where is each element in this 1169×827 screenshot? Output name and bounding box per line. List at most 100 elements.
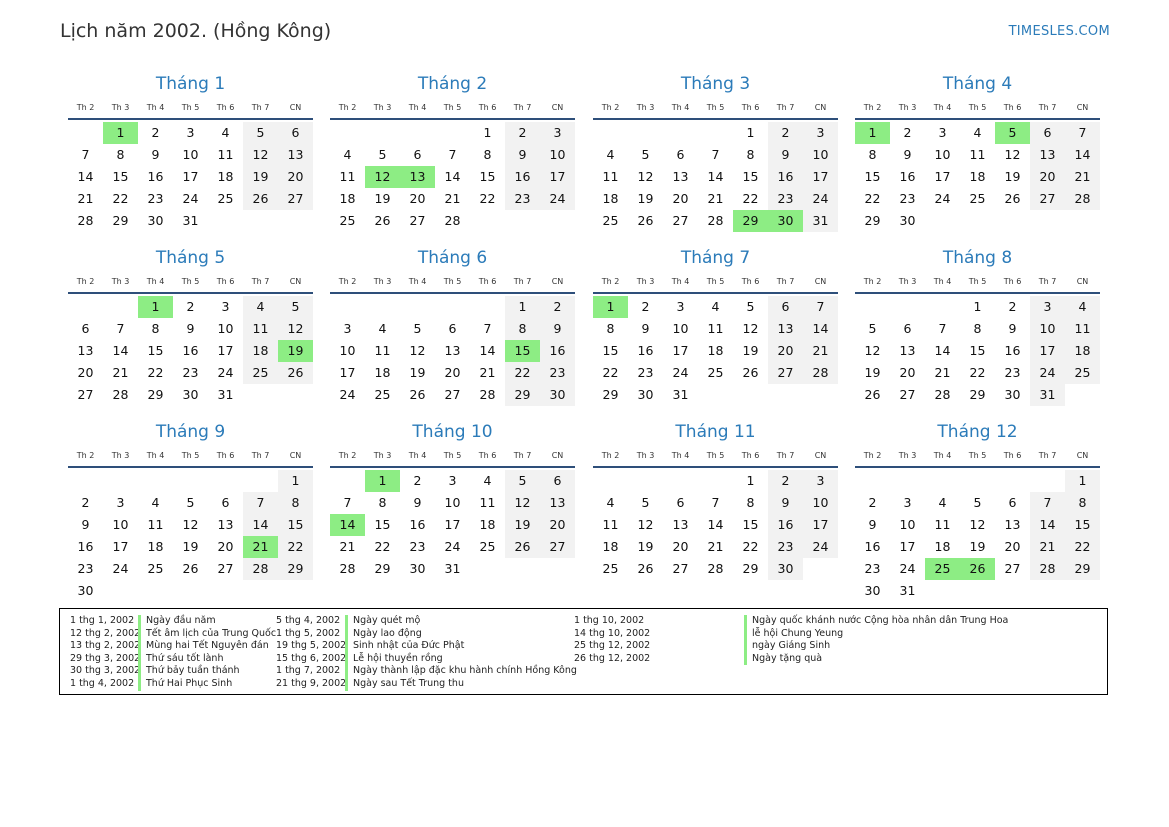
day-cell: 10 (1030, 318, 1065, 340)
day-cell: 17 (112, 539, 129, 554)
day-cell: 23 (409, 539, 426, 554)
weekday-label: Th 4 (146, 276, 165, 286)
day-cell: 8 (278, 492, 313, 514)
weekday-label: Th 2 (863, 276, 882, 286)
day-cell: 23 (637, 365, 654, 380)
day-cell: 12 (742, 321, 759, 336)
holiday-cell: 26 (960, 558, 995, 580)
day-cell: 25 (602, 561, 619, 576)
day-cell: 24 (934, 191, 951, 206)
day-cell: 27 (540, 536, 575, 558)
weekday-label: Th 7 (1038, 102, 1057, 112)
month-title: Tháng 5 (155, 248, 226, 268)
day-cell: 6 (903, 321, 912, 336)
weekday-label: Th 4 (408, 450, 427, 460)
day-cell: 6 (448, 321, 457, 336)
day-cell: 13 (217, 517, 234, 532)
day-cell: 8 (378, 495, 387, 510)
holiday-date: 1 thg 7, 2002 (276, 665, 341, 677)
weekday-label: Th 5 (443, 102, 462, 112)
month-rule (593, 292, 838, 294)
day-cell: 4 (1065, 296, 1100, 318)
day-cell: 26 (742, 365, 759, 380)
month-rule (855, 118, 1100, 120)
weekday-label: Th 7 (251, 276, 270, 286)
holiday-cell: 14 (330, 514, 365, 536)
day-cell: 7 (938, 321, 947, 336)
site-link[interactable]: TIMESLES.COM (1009, 24, 1110, 39)
day-grid: 1 2 3 4 5 6 7 8 9 10 11 12 13 14 15 16 17 18 19 20 21 22 23 24 2… (855, 122, 1100, 232)
day-cell: 25 (479, 539, 496, 554)
day-cell: 30 (637, 387, 654, 402)
day-cell: 29 (374, 561, 391, 576)
day-cell: 29 (505, 384, 540, 406)
day-cell: 12 (243, 144, 278, 166)
weekday-label: Th 5 (968, 276, 987, 286)
day-cell: 17 (899, 539, 916, 554)
day-cell: 14 (1065, 144, 1100, 166)
day-cell: 15 (147, 343, 164, 358)
day-cell: 5 (641, 495, 650, 510)
day-cell: 4 (221, 125, 230, 140)
weekday-label: Th 5 (706, 102, 725, 112)
day-cell: 22 (374, 539, 391, 554)
day-cell: 4 (606, 495, 615, 510)
day-cell: 26 (505, 536, 540, 558)
holiday-name: Ngày thành lập đặc khu hành chính Hồng K… (345, 665, 577, 678)
day-cell: 17 (803, 514, 838, 536)
weekday-label: Th 5 (181, 450, 200, 460)
day-cell: 20 (444, 365, 461, 380)
month-title: Tháng 9 (155, 422, 226, 442)
day-cell: 9 (641, 321, 650, 336)
day-cell: 28 (934, 387, 951, 402)
day-cell: 13 (540, 492, 575, 514)
day-cell: 25 (243, 362, 278, 384)
day-cell: 22 (147, 365, 164, 380)
day-cell: 3 (903, 495, 912, 510)
day-cell: 18 (602, 539, 619, 554)
day-cell: 10 (540, 144, 575, 166)
month-rule (855, 466, 1100, 468)
month-title: Tháng 12 (937, 422, 1018, 442)
day-cell: 8 (746, 495, 755, 510)
day-cell: 22 (742, 191, 759, 206)
day-cell: 21 (1065, 166, 1100, 188)
day-cell: 20 (672, 191, 689, 206)
day-cell: 24 (803, 536, 838, 558)
day-cell: 6 (1030, 122, 1065, 144)
day-cell: 10 (672, 321, 689, 336)
day-cell: 4 (378, 321, 387, 336)
day-cell: 1 (746, 125, 755, 140)
day-cell: 16 (768, 166, 803, 188)
day-cell: 2 (868, 495, 877, 510)
weekday-label: Th 3 (373, 450, 392, 460)
day-cell: 2 (768, 122, 803, 144)
weekday-header: Th 2 Th 3 Th 4 Th 5 Th 6 Th 7 CN (68, 96, 313, 118)
day-cell: 1 (1065, 470, 1100, 492)
holiday-cell: 25 (925, 558, 960, 580)
day-cell: 26 (243, 188, 278, 210)
day-grid: 1 2 3 4 5 6 7 8 9 10 11 12 13 14 15 16 17 18 19 20 21 22 23 24 2… (330, 470, 575, 580)
day-grid: 1 2 3 4 5 6 7 8 9 10 11 12 13 14 15 16 17 18 19 20 21 22 23 24 2… (855, 296, 1100, 406)
weekday-label: Th 7 (513, 450, 532, 460)
weekday-label: Th 5 (443, 450, 462, 460)
day-cell: 17 (182, 169, 199, 184)
day-cell: 3 (803, 470, 838, 492)
weekday-label: Th 7 (1038, 450, 1057, 460)
weekday-label: Th 5 (443, 276, 462, 286)
month-5: Tháng 5 Th 2 Th 3 Th 4 Th 5 Th 6 Th 7 CN 1 2 3 4 5 6 7… (68, 246, 313, 406)
day-cell: 11 (147, 517, 164, 532)
holiday-name: Ngày quốc khánh nước Cộng hòa nhân dân T… (744, 615, 1008, 628)
day-cell: 16 (77, 539, 94, 554)
weekday-label: Th 4 (408, 102, 427, 112)
weekday-label: Th 4 (671, 450, 690, 460)
day-cell: 25 (217, 191, 234, 206)
day-cell: 10 (899, 517, 916, 532)
day-cell: 30 (899, 213, 916, 228)
day-cell: 6 (768, 296, 803, 318)
weekday-label: Th 2 (863, 102, 882, 112)
month-4: Tháng 4 Th 2 Th 3 Th 4 Th 5 Th 6 Th 7 CN 1 2 3 4 5 6 7… (855, 72, 1100, 232)
day-cell: 16 (637, 343, 654, 358)
day-cell: 2 (413, 473, 422, 488)
day-cell: 2 (1008, 299, 1017, 314)
